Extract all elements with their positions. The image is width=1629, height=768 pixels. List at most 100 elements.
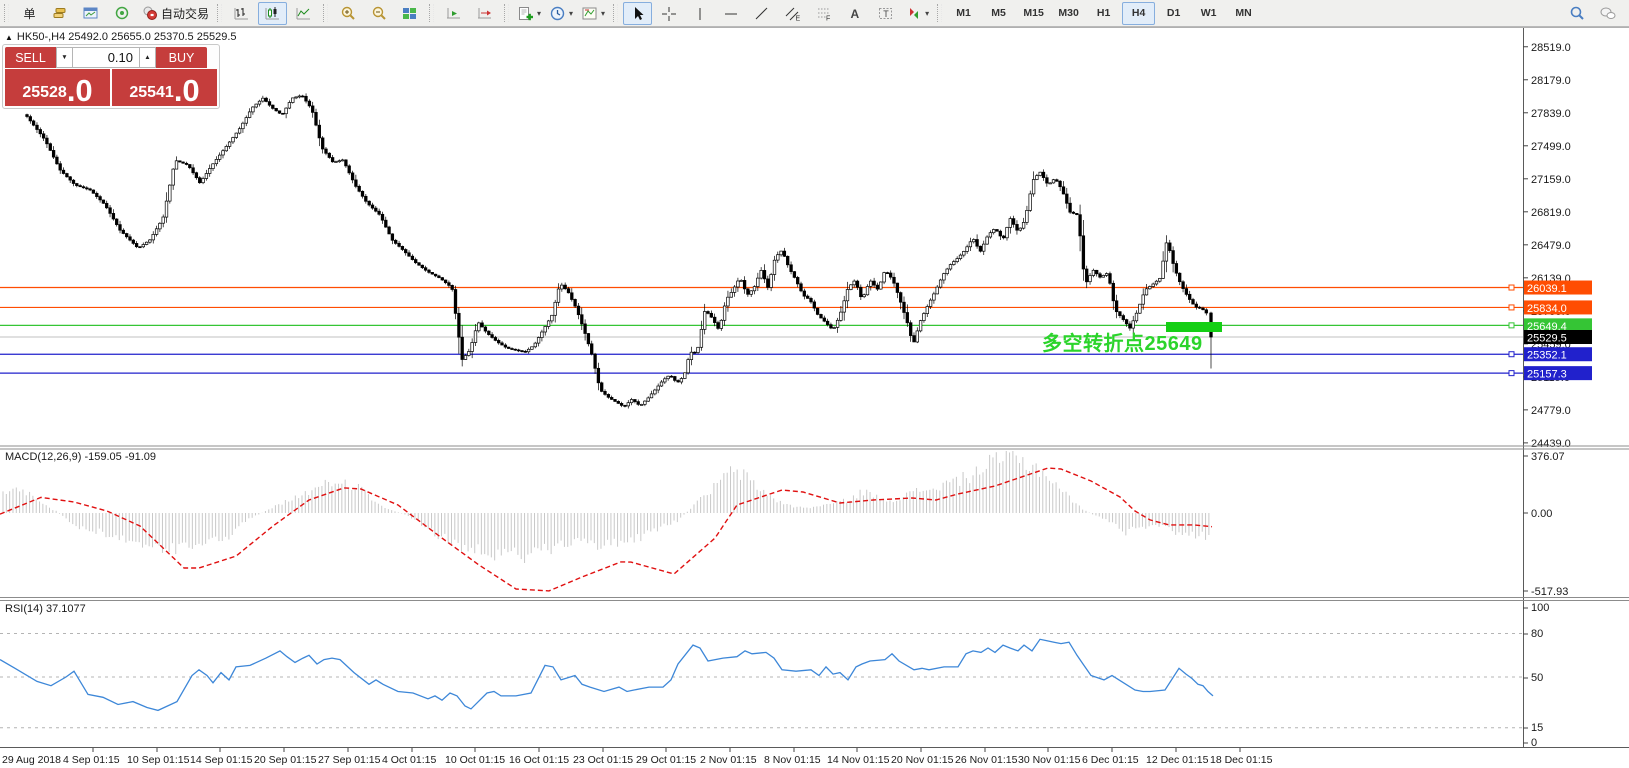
horizontal-line-button[interactable] [716,2,745,25]
timeframe-m5-button[interactable]: M5 [982,2,1015,25]
time-axis-label: 29 Oct 01:15 [636,754,696,766]
level-handle[interactable] [1509,323,1514,328]
period-selector-icon [549,5,567,22]
search-button[interactable] [1562,2,1591,25]
time-axis-label: 14 Sep 01:15 [190,754,253,766]
macd-axis-label: 0.00 [1531,508,1552,520]
buy-price-main: 25541 [129,85,174,101]
price-axis-tick-label: 26819.0 [1531,207,1571,219]
fibonacci-icon: F [815,5,833,22]
time-axis-label: 16 Oct 01:15 [509,754,569,766]
zoom-in-button[interactable] [333,2,362,25]
one-click-trading-panel: SELL ▼ 0.10 ▲ BUY 25528.0 25541.0 [2,44,220,109]
level-handle[interactable] [1509,305,1514,310]
sell-price-button[interactable]: 25528.0 [5,69,110,106]
timeframe-h4-button[interactable]: H4 [1122,2,1155,25]
vertical-line-button[interactable] [685,2,714,25]
bars-chart-button[interactable] [227,2,256,25]
time-axis-label: 27 Sep 01:15 [318,754,381,766]
chart-window-button[interactable] [76,2,105,25]
price-level-badge-text: 25529.5 [1527,333,1567,345]
tile-windows-button[interactable] [395,2,424,25]
time-axis-label: 8 Nov 01:15 [764,754,821,766]
text-button[interactable]: A [840,2,869,25]
auto-scroll-icon [445,5,463,22]
time-axis-label: 6 Dec 01:15 [1082,754,1139,766]
text-label-icon: T [877,5,895,22]
symbol-ohlc-text: HK50-,H4 25492.0 25655.0 25370.5 25529.5 [17,31,237,43]
candles-chart-button[interactable] [258,2,287,25]
equidistant-channel-button[interactable]: E [778,2,807,25]
time-axis-label: 18 Dec 01:15 [1210,754,1273,766]
price-axis-tick-label: 27499.0 [1531,141,1571,153]
svg-text:F: F [826,15,830,22]
timeframe-h1-button[interactable]: H1 [1087,2,1120,25]
crosshair-icon [660,5,678,22]
cursor-icon [629,5,647,22]
time-axis-label: 29 Aug 2018 [2,754,61,766]
timeframe-m15-button[interactable]: M15 [1017,2,1050,25]
new-order-label: 单 [23,5,35,22]
template-button[interactable]: ▾ [578,2,608,25]
sell-button[interactable]: SELL [5,47,56,68]
price-level-badge-text: 26039.1 [1527,283,1567,295]
rsi-axis-label: 50 [1531,672,1543,684]
new-chart-icon [517,5,535,22]
vertical-line-icon [691,5,709,22]
timeframe-m1-button[interactable]: M1 [947,2,980,25]
autotrade-button[interactable]: 自动交易 [138,2,212,25]
time-axis-label: 30 Nov 01:15 [1018,754,1081,766]
timeframe-m30-button[interactable]: M30 [1052,2,1085,25]
line-chart-button[interactable] [289,2,318,25]
arrows-button[interactable]: ▾ [902,2,932,25]
time-axis-label: 20 Sep 01:15 [254,754,317,766]
macd-indicator-label: MACD(12,26,9) -159.05 -91.09 [5,451,156,463]
buy-button[interactable]: BUY [156,47,207,68]
volume-increase-button[interactable]: ▲ [139,47,156,68]
signal-button[interactable] [107,2,136,25]
level-handle[interactable] [1509,352,1514,357]
chart-window-icon [82,5,100,22]
price-axis-tick-label: 24779.0 [1531,405,1571,417]
gold-bars-button[interactable] [45,2,74,25]
autotrade-label: 自动交易 [161,5,209,22]
svg-text:E: E [795,15,800,22]
chart-canvas[interactable]: 28519.028179.027839.027499.027159.026819… [0,0,1629,768]
price-axis-tick-label: 24439.0 [1531,438,1571,450]
cursor-button[interactable] [623,2,652,25]
line-chart-icon [295,5,313,22]
price-level-badge-text: 25352.1 [1527,350,1567,362]
trend-line-button[interactable] [747,2,776,25]
buy-price-button[interactable]: 25541.0 [112,69,217,106]
rsi-axis-label: 80 [1531,628,1543,640]
time-axis-label: 4 Oct 01:15 [382,754,436,766]
chart-shift-button[interactable] [470,2,499,25]
price-level-badge-text: 25157.3 [1527,369,1567,381]
level-handle[interactable] [1509,371,1514,376]
text-label-button[interactable]: T [871,2,900,25]
period-selector-button[interactable]: ▾ [546,2,576,25]
annotation-text[interactable]: 多空转折点25649 [1042,327,1203,356]
chat-button[interactable] [1593,2,1622,25]
timeframe-d1-button[interactable]: D1 [1157,2,1190,25]
price-axis-tick-label: 28179.0 [1531,75,1571,87]
new-order-button[interactable]: 单 [14,2,43,25]
timeframe-mn-button[interactable]: MN [1227,2,1260,25]
zoom-out-button[interactable] [364,2,393,25]
fibonacci-button[interactable]: F [809,2,838,25]
collapse-arrow-icon[interactable]: ▲ [5,33,13,42]
volume-decrease-button[interactable]: ▼ [56,47,73,68]
toolbar: 单 自动交易 ▾ ▾ ▾ E F AT ▾ M1M5M15M30H1H4D1W1MN [0,0,1629,27]
timeframe-w1-button[interactable]: W1 [1192,2,1225,25]
chevron-down-icon: ▾ [601,9,605,18]
rsi-indicator-label: RSI(14) 37.1077 [5,603,86,615]
auto-scroll-button[interactable] [439,2,468,25]
crosshair-button[interactable] [654,2,683,25]
trend-line-icon [753,5,771,22]
time-axis-label: 10 Oct 01:15 [445,754,505,766]
chevron-down-icon: ▾ [537,9,541,18]
bars-chart-icon [233,5,251,22]
new-chart-button[interactable]: ▾ [514,2,544,25]
volume-input[interactable]: 0.10 [73,47,139,68]
level-handle[interactable] [1509,285,1514,290]
